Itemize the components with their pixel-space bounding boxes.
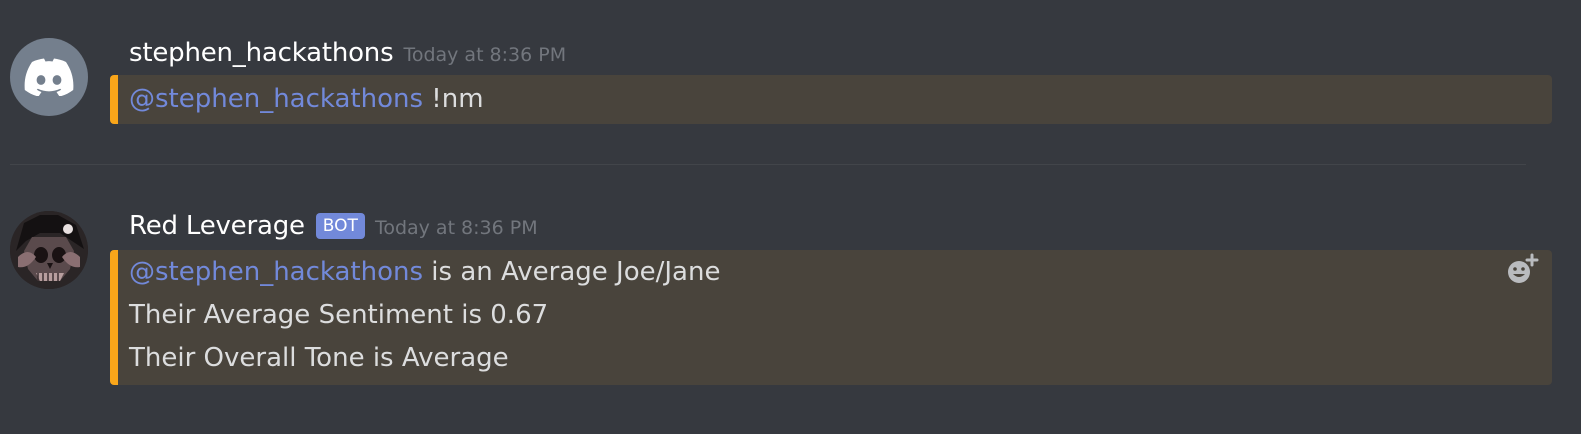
message-timestamp: Today at 8:36 PM [403,44,567,66]
skull-avatar-icon [10,211,88,289]
user-avatar[interactable] [10,38,88,116]
message-timestamp: Today at 8:36 PM [374,217,538,239]
message-text: !nm [423,84,484,114]
mention-highlight: @stephen_hackathons !nm [110,75,1552,124]
user-mention[interactable]: @stephen_hackathons [129,84,423,114]
message-content: @stephen_hackathons !nm [129,75,1552,123]
discord-logo-icon [24,58,74,96]
message-author[interactable]: stephen_hackathons [129,38,394,68]
user-mention[interactable]: @stephen_hackathons [129,257,423,287]
add-reaction-button[interactable] [1504,252,1540,288]
mention-highlight: @stephen_hackathons is an Average Joe/Ja… [110,250,1552,385]
message-line: @stephen_hackathons is an Average Joe/Ja… [129,251,1552,294]
message-line: Their Overall Tone is Average [129,337,1552,380]
message-text: is an Average Joe/Jane [423,257,721,287]
message-text: Their Average Sentiment is 0.67 [129,300,549,330]
message-line: Their Average Sentiment is 0.67 [129,294,1552,337]
add-reaction-icon [1508,253,1539,283]
message-text: Their Overall Tone is Average [129,343,509,373]
message-divider [10,164,1526,165]
bot-tag: BOT [315,213,365,239]
bot-avatar[interactable] [10,211,88,289]
message-author[interactable]: Red Leverage [129,211,305,241]
